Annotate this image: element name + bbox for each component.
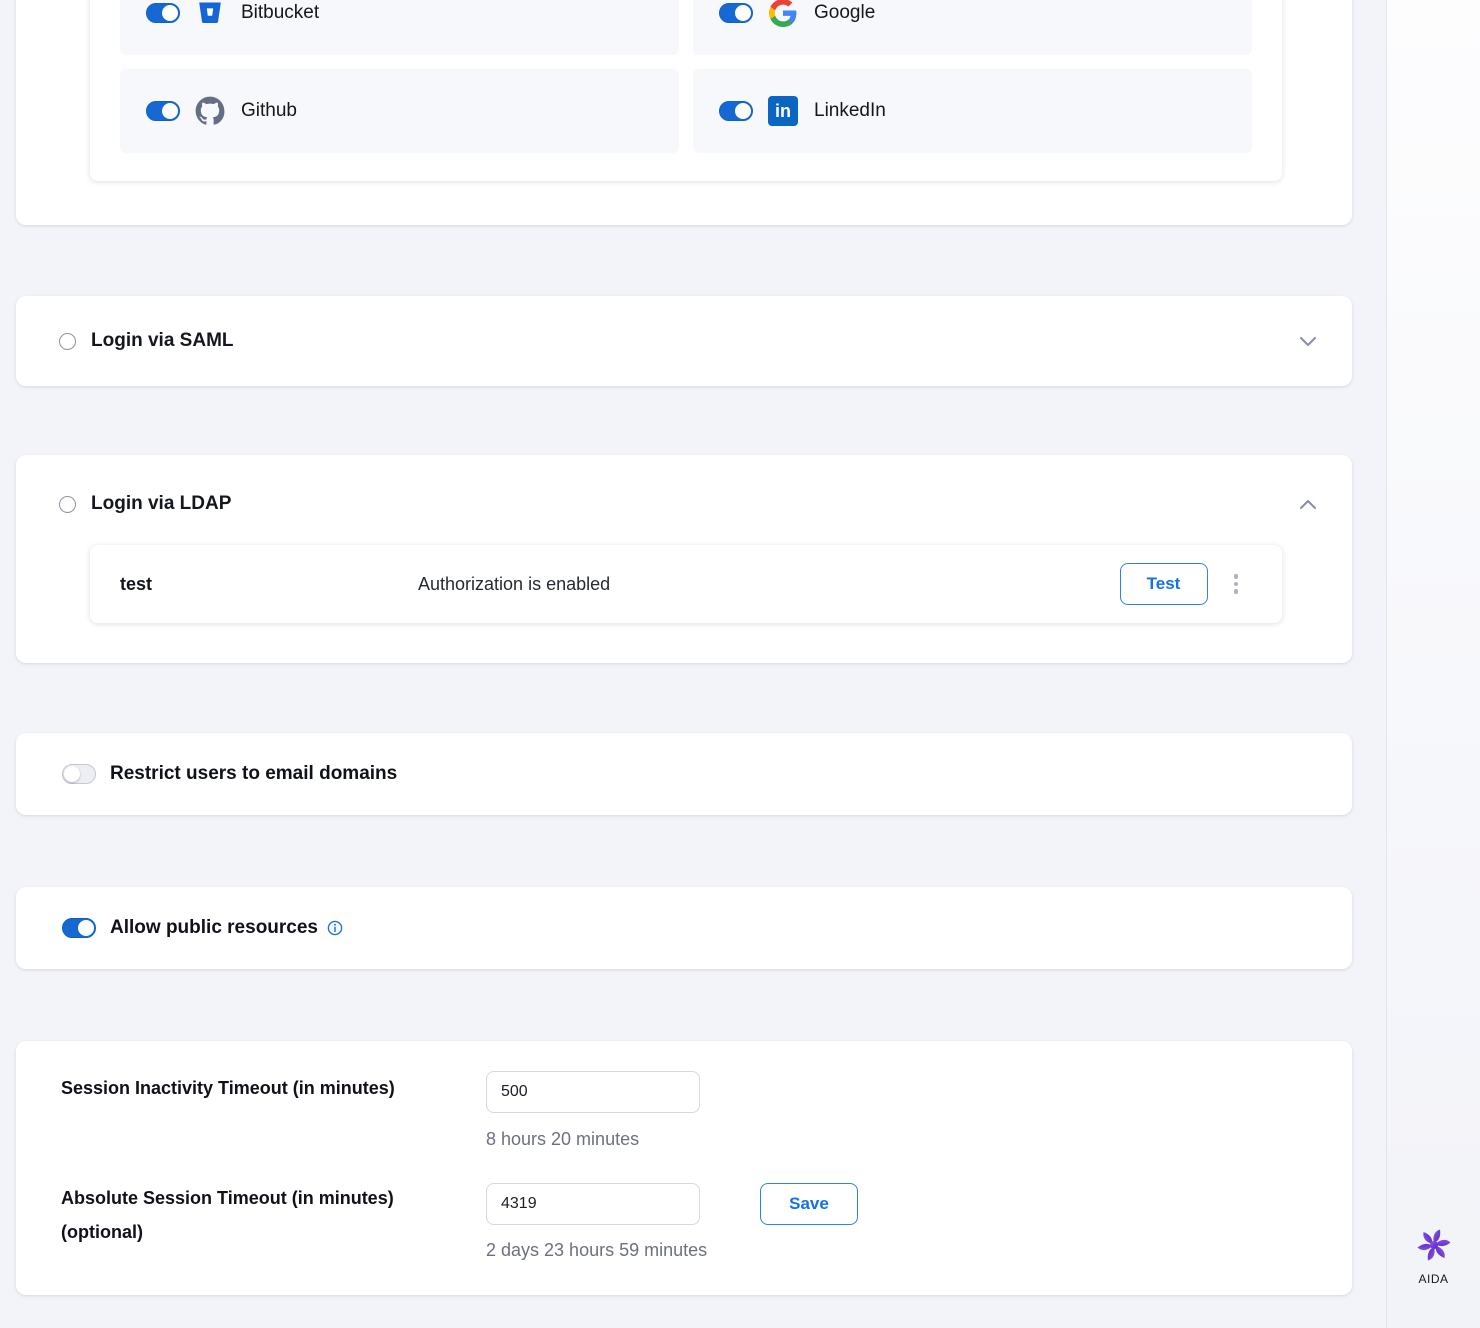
save-button[interactable]: Save (760, 1183, 858, 1225)
right-sidebar-strip (1386, 0, 1480, 1328)
ldap-connection-row: test Authorization is enabled Test (90, 545, 1282, 623)
restrict-domains-toggle[interactable] (62, 764, 96, 784)
absolute-timeout-label: Absolute Session Timeout (in minutes) (o… (61, 1181, 481, 1249)
info-icon[interactable] (327, 920, 343, 936)
provider-row-google: Google (693, 0, 1252, 55)
public-resources-toggle[interactable] (62, 918, 96, 938)
absolute-timeout-label-line2: (optional) (61, 1215, 481, 1249)
aida-label: AIDA (1387, 1272, 1480, 1286)
aida-branding: AIDA (1387, 1228, 1480, 1286)
github-icon (195, 96, 225, 126)
session-timeout-card: Session Inactivity Timeout (in minutes) … (16, 1041, 1352, 1295)
chevron-up-icon[interactable] (1300, 500, 1316, 509)
absolute-timeout-label-line1: Absolute Session Timeout (in minutes) (61, 1181, 481, 1215)
provider-row-bitbucket: Bitbucket (120, 0, 679, 55)
ldap-connection-name: test (120, 574, 418, 595)
provider-label: Github (241, 100, 297, 122)
ldap-radio[interactable] (59, 496, 76, 513)
saml-radio[interactable] (59, 333, 76, 350)
ldap-login-card: Login via LDAP test Authorization is ena… (16, 455, 1352, 663)
inactivity-timeout-label: Session Inactivity Timeout (in minutes) (61, 1078, 395, 1099)
restrict-domains-label: Restrict users to email domains (110, 763, 397, 785)
provider-label: LinkedIn (814, 100, 886, 122)
test-button[interactable]: Test (1120, 563, 1208, 605)
provider-label: Bitbucket (241, 2, 319, 24)
settings-page: Bitbucket Google (0, 0, 1480, 1328)
google-toggle[interactable] (719, 3, 753, 23)
linkedin-icon: in (768, 96, 798, 126)
bitbucket-icon (195, 0, 225, 28)
inactivity-timeout-input[interactable] (486, 1071, 700, 1113)
chevron-down-icon[interactable] (1300, 337, 1316, 346)
saml-login-card: Login via SAML (16, 296, 1352, 386)
provider-row-github: Github (120, 69, 679, 153)
absolute-timeout-input[interactable] (486, 1183, 700, 1225)
ldap-header[interactable]: Login via LDAP (16, 487, 1352, 521)
public-resources-label: Allow public resources (110, 917, 318, 939)
inactivity-timeout-helper: 8 hours 20 minutes (486, 1129, 639, 1150)
absolute-timeout-helper: 2 days 23 hours 59 minutes (486, 1240, 707, 1261)
bitbucket-toggle[interactable] (146, 3, 180, 23)
kebab-menu-icon[interactable] (1230, 570, 1243, 598)
provider-row-linkedin: in LinkedIn (693, 69, 1252, 153)
oauth-providers-card: Bitbucket Google (16, 0, 1352, 225)
provider-label: Google (814, 2, 875, 24)
saml-title: Login via SAML (91, 330, 234, 352)
ldap-title: Login via LDAP (91, 493, 231, 515)
github-toggle[interactable] (146, 101, 180, 121)
oauth-providers-grid: Bitbucket Google (120, 0, 1252, 153)
linkedin-toggle[interactable] (719, 101, 753, 121)
saml-header[interactable]: Login via SAML (16, 296, 1352, 386)
linkedin-glyph: in (768, 96, 798, 126)
google-icon (768, 0, 798, 28)
public-resources-card: Allow public resources (16, 887, 1352, 969)
oauth-providers-panel: Bitbucket Google (90, 0, 1282, 181)
restrict-domains-card: Restrict users to email domains (16, 733, 1352, 815)
ldap-connection-status: Authorization is enabled (418, 574, 1120, 595)
aida-flower-icon (1417, 1228, 1451, 1262)
